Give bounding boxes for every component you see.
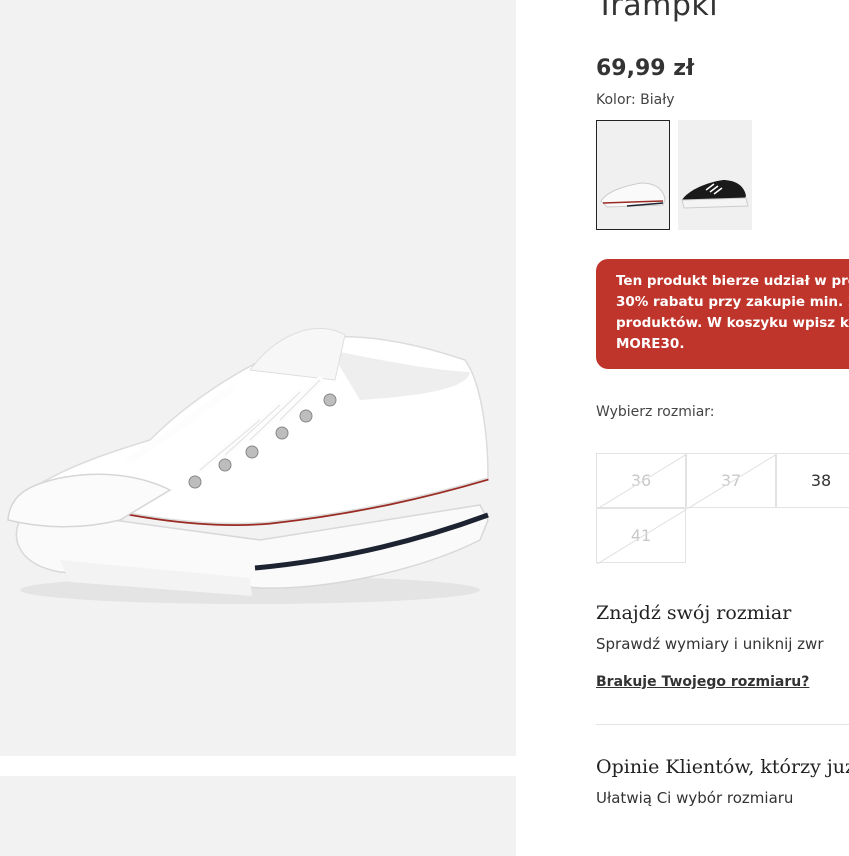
unavailable-strike-icon xyxy=(597,509,687,564)
swatch-white[interactable] xyxy=(596,120,670,230)
promo-line: produktów. W koszyku wpisz k xyxy=(616,315,849,331)
size-value: 38 xyxy=(810,471,832,490)
size-guide-title: Znajdź swój rozmiar xyxy=(596,602,792,624)
black-sneaker-thumbnail xyxy=(681,180,749,209)
swatch-black[interactable] xyxy=(678,120,752,230)
promo-line: MORE30. xyxy=(616,336,685,352)
promo-banner: Ten produkt bierze udział w pro 30% raba… xyxy=(596,259,849,369)
missing-size-link[interactable]: Brakuje Twojego rozmiaru? xyxy=(596,674,809,690)
unavailable-strike-icon xyxy=(597,454,687,509)
size-option-41[interactable]: 41 xyxy=(596,508,687,564)
product-main-image[interactable] xyxy=(0,0,516,756)
promo-line: Ten produkt bierze udział w pro xyxy=(616,273,849,289)
size-guide-subtitle: Sprawdź wymiary i uniknij zwr xyxy=(596,635,824,653)
divider xyxy=(596,724,849,725)
product-title: Trampki xyxy=(596,0,719,23)
size-option-38[interactable]: 38 xyxy=(776,453,849,508)
size-option-36[interactable]: 36 xyxy=(596,453,687,509)
unavailable-strike-icon xyxy=(687,454,777,509)
reviews-subtitle: Ułatwią Ci wybór rozmiaru xyxy=(596,789,794,807)
white-sneaker-image xyxy=(7,327,489,604)
product-price: 69,99 zł xyxy=(596,56,695,81)
product-info-panel: Trampki 69,99 zł Kolor: Biały Ten produk… xyxy=(596,0,849,849)
size-label: Wybierz rozmiar: xyxy=(596,404,715,420)
promo-line: 30% rabatu przy zakupie min. 2 xyxy=(616,294,849,310)
reviews-title: Opinie Klientów, którzy już xyxy=(596,756,849,778)
color-label: Kolor: Biały xyxy=(596,92,675,108)
white-sneaker-thumbnail xyxy=(600,182,666,208)
product-second-image[interactable] xyxy=(0,776,516,856)
size-option-37[interactable]: 37 xyxy=(686,453,777,509)
